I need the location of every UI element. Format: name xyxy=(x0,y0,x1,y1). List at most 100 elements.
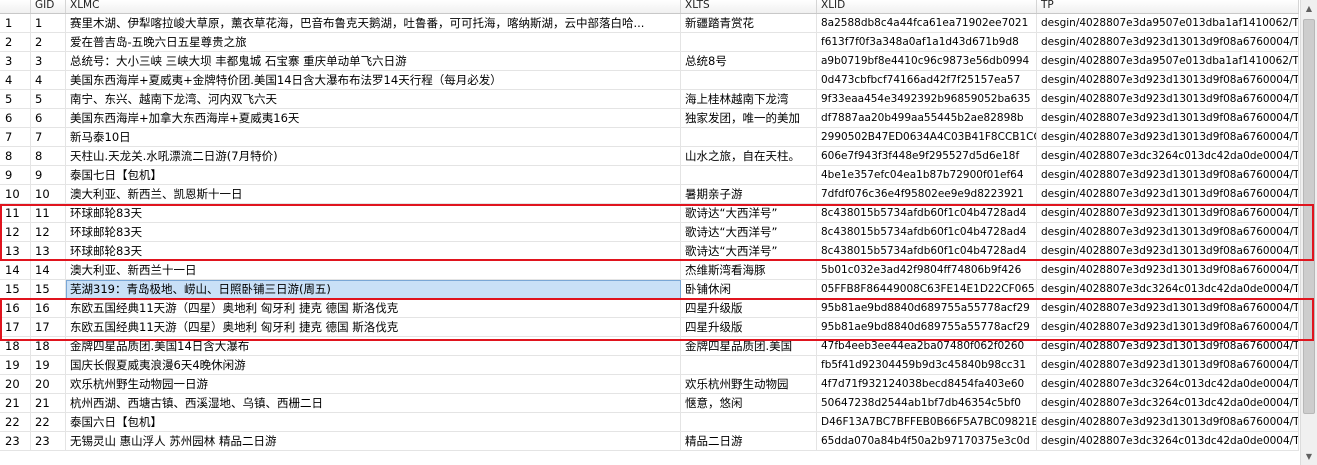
cell-xlid[interactable]: 8c438015b5734afdb60f1c04b4728ad4 xyxy=(817,242,1037,261)
row-number[interactable]: 2 xyxy=(0,33,31,52)
cell-xlmc[interactable]: 澳大利亚、新西兰十一日 xyxy=(66,261,681,280)
row-number[interactable]: 14 xyxy=(0,261,31,280)
row-number[interactable]: 16 xyxy=(0,299,31,318)
cell-gid[interactable]: 15 xyxy=(31,280,66,299)
cell-gid[interactable]: 9 xyxy=(31,166,66,185)
row-number[interactable]: 8 xyxy=(0,147,31,166)
cell-xlts[interactable]: 海上桂林越南下龙湾 xyxy=(681,90,817,109)
cell-xlts[interactable]: 山水之旅，自在天柱。 xyxy=(681,147,817,166)
row-number[interactable]: 17 xyxy=(0,318,31,337)
cell-gid[interactable]: 18 xyxy=(31,337,66,356)
table-row[interactable]: 17 17 东欧五国经典11天游（四星）奥地利 匈牙利 捷克 德国 斯洛伐克 四星升级… xyxy=(0,318,1299,337)
row-number[interactable]: 18 xyxy=(0,337,31,356)
cell-tp[interactable]: desgin/4028807e3d923d13013d9f08a6760004/… xyxy=(1037,242,1299,261)
cell-xlts[interactable]: 惬意，悠闲 xyxy=(681,394,817,413)
row-number[interactable]: 23 xyxy=(0,432,31,451)
cell-xlts[interactable]: 四星升级版 xyxy=(681,299,817,318)
cell-xlmc[interactable]: 新马泰10日 xyxy=(66,128,681,147)
table-row[interactable]: 23 23 无锡灵山 惠山浮人 苏州园林 精品二日游 精品二日游 65dda070a84… xyxy=(0,432,1299,451)
cell-xlid[interactable]: 95b81ae9bd8840d689755a55778acf29 xyxy=(817,318,1037,337)
table-row[interactable]: 15 15 芜湖319：青岛极地、崂山、日照卧铺三日游(周五) 卧铺休闲 05FFB8F… xyxy=(0,280,1299,299)
cell-xlmc[interactable]: 杭州西湖、西塘古镇、西溪湿地、乌镇、西栅二日 xyxy=(66,394,681,413)
cell-xlmc[interactable]: 泰国七日【包机】 xyxy=(66,166,681,185)
cell-xlid[interactable]: f613f7f0f3a348a0af1a1d43d671b9d8 xyxy=(817,33,1037,52)
cell-gid[interactable]: 16 xyxy=(31,299,66,318)
cell-xlts[interactable]: 卧铺休闲 xyxy=(681,280,817,299)
table-row[interactable]: 10 10 澳大利亚、新西兰、凯恩斯十一日 暑期亲子游 7dfdf076c36e4f95… xyxy=(0,185,1299,204)
cell-xlid[interactable]: 95b81ae9bd8840d689755a55778acf29 xyxy=(817,299,1037,318)
row-number[interactable]: 7 xyxy=(0,128,31,147)
cell-tp[interactable]: desgin/4028807e3d923d13013d9f08a6760004/… xyxy=(1037,90,1299,109)
cell-gid[interactable]: 13 xyxy=(31,242,66,261)
table-row[interactable]: 1 1 赛里木湖、伊犁喀拉峻大草原，薰衣草花海，巴音布鲁克天鹅湖，吐鲁番，可可托海，… xyxy=(0,14,1299,33)
cell-xlmc[interactable]: 欢乐杭州野生动物园一日游 xyxy=(66,375,681,394)
cell-xlmc[interactable]: 金牌四星品质团.美国14日含大瀑布 xyxy=(66,337,681,356)
cell-xlmc[interactable]: 南宁、东兴、越南下龙湾、河内双飞六天 xyxy=(66,90,681,109)
cell-tp[interactable]: desgin/4028807e3dc3264c013dc42da0de0004/… xyxy=(1037,394,1299,413)
cell-gid[interactable]: 14 xyxy=(31,261,66,280)
cell-gid[interactable]: 10 xyxy=(31,185,66,204)
cell-xlmc[interactable]: 环球邮轮83天 xyxy=(66,204,681,223)
cell-xlmc[interactable]: 无锡灵山 惠山浮人 苏州园林 精品二日游 xyxy=(66,432,681,451)
cell-xlid[interactable]: 4f7d71f932124038becd8454fa403e60 xyxy=(817,375,1037,394)
table-row[interactable]: 12 12 环球邮轮83天 歌诗达“大西洋号” 8c438015b5734afdb60f… xyxy=(0,223,1299,242)
cell-xlid[interactable]: fb5f41d92304459b9d3c45840b98cc31 xyxy=(817,356,1037,375)
cell-xlid[interactable]: 9f33eaa454e3492392b96859052ba635 xyxy=(817,90,1037,109)
cell-gid[interactable]: 6 xyxy=(31,109,66,128)
row-number[interactable]: 21 xyxy=(0,394,31,413)
cell-gid[interactable]: 7 xyxy=(31,128,66,147)
cell-xlmc[interactable]: 美国东西海岸+加拿大东西海岸+夏威夷16天 xyxy=(66,109,681,128)
table-row[interactable]: 9 9 泰国七日【包机】 4be1e357efc04ea1b87b72900f01ef… xyxy=(0,166,1299,185)
cell-xlts[interactable] xyxy=(681,33,817,52)
data-grid[interactable]: GID XLMC XLTS XLID TP 1 1 赛里木湖、伊犁喀拉峻大草原，薰衣… xyxy=(0,0,1317,465)
cell-xlts[interactable]: 总统8号 xyxy=(681,52,817,71)
column-header-xlmc[interactable]: XLMC xyxy=(66,0,681,13)
row-number[interactable]: 13 xyxy=(0,242,31,261)
table-row[interactable]: 8 8 天柱山.天龙关.水吼漂流二日游(7月特价) 山水之旅，自在天柱。 606e7f9… xyxy=(0,147,1299,166)
table-row[interactable]: 14 14 澳大利亚、新西兰十一日 杰维斯湾看海豚 5b01c032e3ad42f980… xyxy=(0,261,1299,280)
cell-tp[interactable]: desgin/4028807e3dc3264c013dc42da0de0004/… xyxy=(1037,432,1299,451)
cell-xlmc[interactable]: 芜湖319：青岛极地、崂山、日照卧铺三日游(周五) xyxy=(66,280,681,299)
row-number[interactable]: 5 xyxy=(0,90,31,109)
table-row[interactable]: 13 13 环球邮轮83天 歌诗达“大西洋号” 8c438015b5734afdb60f… xyxy=(0,242,1299,261)
table-row[interactable]: 16 16 东欧五国经典11天游（四星）奥地利 匈牙利 捷克 德国 斯洛伐克 四星升级… xyxy=(0,299,1299,318)
table-row[interactable]: 2 2 爱在普吉岛-五晚六日五星尊贵之旅 f613f7f0f3a348a0af1a1d… xyxy=(0,33,1299,52)
scroll-down-arrow-icon[interactable]: ▼ xyxy=(1301,448,1317,465)
cell-xlts[interactable]: 独家发团，唯一的美加 xyxy=(681,109,817,128)
cell-gid[interactable]: 22 xyxy=(31,413,66,432)
cell-gid[interactable]: 1 xyxy=(31,14,66,33)
cell-tp[interactable]: desgin/4028807e3d923d13013d9f08a6760004/… xyxy=(1037,413,1299,432)
cell-xlts[interactable]: 歌诗达“大西洋号” xyxy=(681,204,817,223)
row-number[interactable]: 19 xyxy=(0,356,31,375)
cell-gid[interactable]: 23 xyxy=(31,432,66,451)
cell-xlmc[interactable]: 国庆长假夏威夷浪漫6天4晚休闲游 xyxy=(66,356,681,375)
cell-tp[interactable]: desgin/4028807e3d923d13013d9f08a6760004/… xyxy=(1037,261,1299,280)
vertical-scrollbar[interactable]: ▲ ▼ xyxy=(1300,0,1317,465)
table-row[interactable]: 20 20 欢乐杭州野生动物园一日游 欢乐杭州野生动物园 4f7d71f93212403… xyxy=(0,375,1299,394)
cell-xlts[interactable]: 精品二日游 xyxy=(681,432,817,451)
cell-tp[interactable]: desgin/4028807e3dc3264c013dc42da0de0004/… xyxy=(1037,375,1299,394)
cell-xlts[interactable]: 歌诗达“大西洋号” xyxy=(681,242,817,261)
cell-xlts[interactable]: 暑期亲子游 xyxy=(681,185,817,204)
cell-xlts[interactable]: 新疆踏青赏花 xyxy=(681,14,817,33)
row-number[interactable]: 1 xyxy=(0,14,31,33)
cell-tp[interactable]: desgin/4028807e3d923d13013d9f08a6760004/… xyxy=(1037,337,1299,356)
row-number[interactable]: 9 xyxy=(0,166,31,185)
cell-xlmc[interactable]: 总统号：大小三峡 三峡大坝 丰都鬼城 石宝寨 重庆单动单飞六日游 xyxy=(66,52,681,71)
row-number[interactable]: 11 xyxy=(0,204,31,223)
cell-tp[interactable]: desgin/4028807e3d923d13013d9f08a6760004/… xyxy=(1037,71,1299,90)
cell-xlmc[interactable]: 东欧五国经典11天游（四星）奥地利 匈牙利 捷克 德国 斯洛伐克 xyxy=(66,299,681,318)
row-number[interactable]: 15 xyxy=(0,280,31,299)
cell-tp[interactable]: desgin/4028807e3d923d13013d9f08a6760004/… xyxy=(1037,318,1299,337)
cell-xlid[interactable]: 8a2588db8c4a44fca61ea71902ee7021 xyxy=(817,14,1037,33)
cell-tp[interactable]: desgin/4028807e3d923d13013d9f08a6760004/… xyxy=(1037,299,1299,318)
column-header-xlid[interactable]: XLID xyxy=(817,0,1037,13)
cell-tp[interactable]: desgin/4028807e3d923d13013d9f08a6760004/… xyxy=(1037,356,1299,375)
cell-gid[interactable]: 2 xyxy=(31,33,66,52)
cell-xlts[interactable] xyxy=(681,71,817,90)
cell-xlid[interactable]: 2990502B47ED0634A4C03B41F8CCB1CC xyxy=(817,128,1037,147)
row-number-header[interactable] xyxy=(0,0,31,13)
cell-xlmc[interactable]: 东欧五国经典11天游（四星）奥地利 匈牙利 捷克 德国 斯洛伐克 xyxy=(66,318,681,337)
cell-xlts[interactable]: 金牌四星品质团.美国 xyxy=(681,337,817,356)
table-row[interactable]: 19 19 国庆长假夏威夷浪漫6天4晚休闲游 fb5f41d92304459b9d3c… xyxy=(0,356,1299,375)
